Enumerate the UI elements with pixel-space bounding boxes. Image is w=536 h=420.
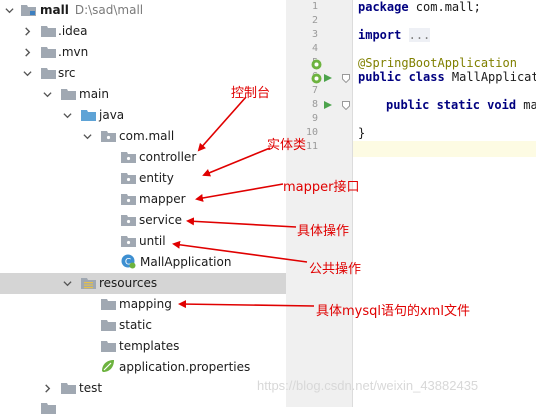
annotation-mapping: 具体mysql语句的xml文件 bbox=[316, 304, 470, 319]
folder-icon bbox=[40, 66, 56, 80]
tree-item-mapper[interactable]: mapper bbox=[0, 189, 286, 210]
code-line-main: public static void mai bbox=[386, 98, 536, 112]
line-number: 7 bbox=[311, 85, 318, 96]
tree-label: main bbox=[79, 87, 109, 101]
line-number: 1 bbox=[311, 1, 318, 12]
tree-label: com.mall bbox=[119, 129, 175, 143]
chevron-right-icon[interactable] bbox=[22, 47, 32, 57]
annotation-entity: 实体类 bbox=[267, 138, 307, 153]
run-icon[interactable] bbox=[322, 72, 334, 84]
code-editor[interactable]: package com.mall; import ... @SpringBoot… bbox=[353, 0, 536, 407]
chevron-down-icon[interactable] bbox=[62, 110, 72, 120]
project-name: mall D:\sad\mall bbox=[40, 3, 144, 17]
line-number: 3 bbox=[311, 29, 318, 40]
annotation-controller: 控制台 bbox=[231, 86, 271, 101]
spring-boot-class-icon: C bbox=[120, 254, 136, 269]
project-path: D:\sad\mall bbox=[74, 3, 144, 17]
editor-gutter: 1 2 3 4 5 6 7 8 9 10 11 bbox=[286, 0, 353, 407]
folder-icon bbox=[100, 297, 116, 311]
package-icon bbox=[120, 150, 136, 164]
chevron-right-icon[interactable] bbox=[42, 383, 52, 393]
folder-icon bbox=[60, 87, 76, 101]
tree-label: java bbox=[99, 108, 125, 122]
run-icon[interactable] bbox=[322, 99, 334, 111]
code-line-import: import ... bbox=[358, 28, 431, 42]
tree-item-partial bbox=[0, 399, 286, 420]
folded-imports[interactable]: ... bbox=[408, 28, 431, 42]
watermark: https://blog.csdn.net/weixin_43882435 bbox=[257, 378, 479, 393]
tree-item-resources[interactable]: resources bbox=[0, 273, 286, 294]
tree-item-until[interactable]: until bbox=[0, 231, 286, 252]
tree-item-templates[interactable]: templates bbox=[0, 336, 286, 357]
folder-icon bbox=[100, 339, 116, 353]
annotation-service: 具体操作 bbox=[297, 224, 350, 239]
tree-item-entity[interactable]: entity bbox=[0, 168, 286, 189]
tree-label: mapping bbox=[119, 297, 172, 311]
package-icon bbox=[120, 234, 136, 248]
package-icon bbox=[120, 192, 136, 206]
tree-item-mvn[interactable]: .mvn bbox=[0, 42, 286, 63]
tree-label: entity bbox=[139, 171, 174, 185]
chevron-down-icon[interactable] bbox=[4, 5, 14, 15]
fold-marker-icon[interactable] bbox=[341, 99, 351, 111]
tree-item-mapping[interactable]: mapping bbox=[0, 294, 286, 315]
annotation-mapper: mapper接口 bbox=[283, 180, 360, 195]
chevron-down-icon[interactable] bbox=[42, 89, 52, 99]
resources-folder-icon bbox=[80, 276, 96, 290]
line-number: 2 bbox=[311, 15, 318, 26]
package-icon bbox=[120, 171, 136, 185]
tree-item-application-properties[interactable]: application.properties bbox=[0, 357, 286, 378]
tree-label: .mvn bbox=[58, 45, 89, 59]
folder-icon bbox=[40, 401, 56, 415]
tree-label: application.properties bbox=[119, 360, 251, 374]
tree-label: templates bbox=[119, 339, 180, 353]
tree-label: MallApplication bbox=[140, 255, 232, 269]
fold-marker-icon[interactable] bbox=[341, 72, 351, 84]
spring-bean-gutter-icon[interactable] bbox=[310, 72, 322, 84]
spring-bean-gutter-icon[interactable] bbox=[310, 58, 322, 70]
chevron-down-icon[interactable] bbox=[62, 278, 72, 288]
tree-item-service[interactable]: service bbox=[0, 210, 286, 231]
tree-label: test bbox=[79, 381, 103, 395]
tree-label: controller bbox=[139, 150, 197, 164]
source-folder-icon bbox=[80, 108, 96, 122]
chevron-down-icon[interactable] bbox=[82, 131, 92, 141]
tree-label: static bbox=[119, 318, 152, 332]
tree-label: until bbox=[139, 234, 166, 248]
tree-label: src bbox=[58, 66, 76, 80]
tree-label: .idea bbox=[58, 24, 88, 38]
spring-properties-icon bbox=[100, 359, 116, 373]
chevron-right-icon[interactable] bbox=[22, 26, 32, 36]
tree-label: service bbox=[139, 213, 182, 227]
tree-item-idea[interactable]: .idea bbox=[0, 21, 286, 42]
tree-item-src[interactable]: src bbox=[0, 63, 286, 84]
folder-icon bbox=[100, 318, 116, 332]
package-icon bbox=[120, 213, 136, 227]
code-line-package: package com.mall; bbox=[358, 0, 481, 14]
tree-item-static[interactable]: static bbox=[0, 315, 286, 336]
tree-item-controller[interactable]: controller bbox=[0, 147, 286, 168]
module-folder-icon bbox=[20, 3, 36, 17]
line-number: 8 bbox=[311, 99, 318, 110]
chevron-down-icon[interactable] bbox=[22, 68, 32, 78]
code-line-class: public class MallApplicati bbox=[358, 70, 536, 84]
code-line-annotation: @SpringBootApplication bbox=[358, 56, 517, 70]
tree-label: resources bbox=[99, 276, 158, 290]
line-number: 4 bbox=[311, 43, 318, 54]
folder-icon bbox=[40, 24, 56, 38]
tree-item-mall[interactable]: mall D:\sad\mall bbox=[0, 0, 286, 21]
line-number: 9 bbox=[311, 113, 318, 124]
folder-icon bbox=[40, 45, 56, 59]
code-line-close: } bbox=[358, 126, 366, 140]
project-tree: mall D:\sad\mall .idea .mvn src main jav… bbox=[0, 0, 286, 414]
tree-item-test[interactable]: test bbox=[0, 378, 286, 399]
annotation-until: 公共操作 bbox=[309, 262, 362, 277]
package-icon bbox=[100, 129, 116, 143]
folder-icon bbox=[60, 381, 76, 395]
tree-label: mapper bbox=[139, 192, 186, 206]
tree-item-mall-application[interactable]: C MallApplication bbox=[0, 252, 286, 273]
tree-item-java[interactable]: java bbox=[0, 105, 286, 126]
tree-item-package[interactable]: com.mall bbox=[0, 126, 286, 147]
